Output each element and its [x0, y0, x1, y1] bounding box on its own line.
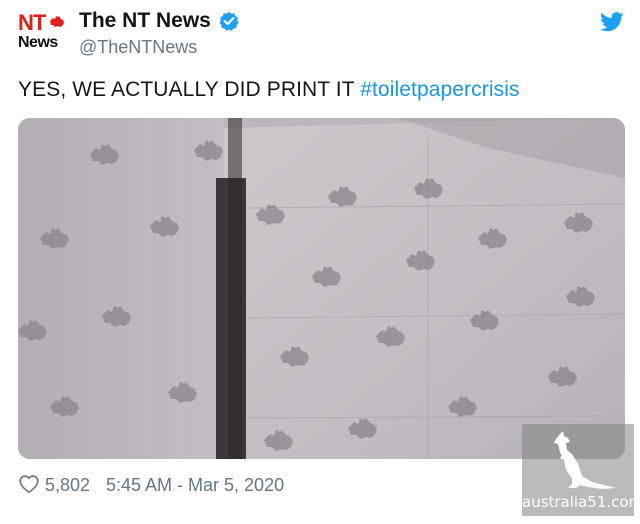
tweet-header: NT News The NT News @TheNTNews	[0, 0, 640, 70]
account-display-name[interactable]: The NT News	[79, 9, 211, 33]
twitter-bird-icon[interactable]	[600, 12, 624, 32]
kangaroo-icon	[554, 431, 616, 489]
logo-nt-text: NT	[18, 10, 46, 35]
tweet-footer: 5,802 5:45 AM - Mar 5, 2020	[18, 472, 498, 500]
like-count[interactable]: 5,802	[45, 475, 90, 496]
watermark-text: australia51.com	[522, 493, 640, 511]
tweet-text: YES, WE ACTUALLY DID PRINT IT #toiletpap…	[18, 78, 520, 102]
tweet-timestamp[interactable]: 5:45 AM - Mar 5, 2020	[106, 475, 284, 496]
watermark: australia51.com	[522, 424, 640, 516]
verified-badge-icon	[219, 11, 239, 31]
nt-news-logo[interactable]: NT News	[18, 12, 68, 56]
tweet-photo[interactable]	[18, 118, 625, 459]
photo-printed-pages	[18, 118, 625, 459]
hashtag-link[interactable]: #toiletpapercrisis	[360, 78, 519, 101]
australia-map-icon	[50, 16, 64, 27]
heart-icon[interactable]	[18, 473, 40, 495]
tweet-text-body: YES, WE ACTUALLY DID PRINT IT	[18, 78, 361, 101]
account-handle[interactable]: @TheNTNews	[79, 37, 197, 58]
logo-news-text: News	[18, 34, 58, 51]
